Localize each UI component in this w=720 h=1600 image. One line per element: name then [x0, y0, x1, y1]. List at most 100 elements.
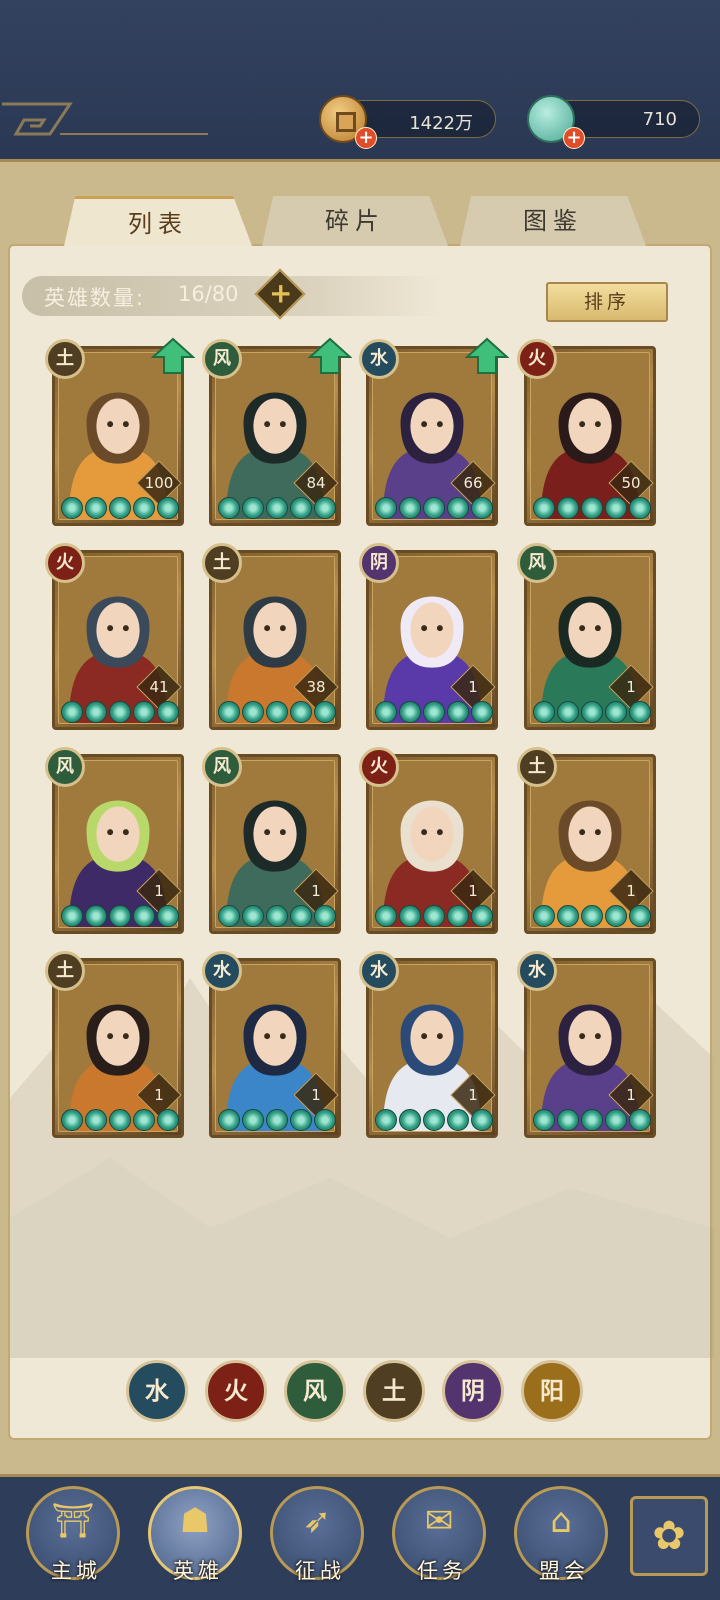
tab-list[interactable]: 列表 [64, 196, 252, 246]
flower-menu-icon: ✿ [652, 1513, 686, 1559]
hero-card[interactable]: 水1 [202, 951, 341, 1138]
hero-level: 66 [463, 474, 483, 492]
hero-stars [61, 1109, 179, 1131]
hero-card[interactable]: 风1 [202, 747, 341, 934]
nav-item[interactable]: ➶ 征战 [270, 1486, 364, 1583]
hero-level: 1 [154, 882, 164, 900]
hero-card[interactable]: 土1 [517, 747, 656, 934]
hero-stars [533, 701, 651, 723]
element-filter-button[interactable]: 水 [126, 1360, 188, 1422]
hero-card[interactable]: 风1 [45, 747, 184, 934]
hero-count-value: 16/80 [178, 282, 239, 306]
jade-star-icon [266, 497, 288, 519]
jade-star-icon [85, 1109, 107, 1131]
element-filter-button[interactable]: 火 [205, 1360, 267, 1422]
add-coin-button[interactable]: + [355, 127, 377, 149]
jade-star-icon [471, 905, 493, 927]
nav-item[interactable]: ⛩ 主城 [26, 1486, 120, 1583]
hero-level: 41 [149, 678, 169, 696]
hero-level: 100 [144, 474, 174, 492]
jade-star-icon [447, 905, 469, 927]
element-filter-button[interactable]: 土 [363, 1360, 425, 1422]
nav-item[interactable]: ⌂ 盟会 [514, 1486, 608, 1583]
nav-label: 任务 [417, 1559, 467, 1583]
hero-stars [375, 497, 493, 519]
nav-item[interactable]: ✉ 任务 [392, 1486, 486, 1583]
jade-star-icon [399, 1109, 421, 1131]
hero-stars [375, 701, 493, 723]
nav-label: 主城 [51, 1559, 101, 1583]
jade-star-icon [85, 905, 107, 927]
add-jade-button[interactable]: + [563, 127, 585, 149]
hero-card[interactable]: 风1 [517, 543, 656, 730]
hero-stars [61, 701, 179, 723]
jade-star-icon [423, 497, 445, 519]
sort-button[interactable]: 排序 [546, 282, 668, 322]
plus-icon: + [268, 276, 293, 310]
nav-item[interactable]: ☗ 英雄 [148, 1486, 242, 1583]
jade-star-icon [375, 701, 397, 723]
jade-resource[interactable]: + 710 [527, 95, 700, 149]
jade-star-icon [157, 497, 179, 519]
jade-star-icon [581, 701, 603, 723]
jade-star-icon [109, 905, 131, 927]
jade-star-icon [533, 1109, 555, 1131]
tab-fragments[interactable]: 碎片 [262, 196, 448, 246]
jade-star-icon [218, 905, 240, 927]
hero-level: 1 [468, 882, 478, 900]
hero-level: 1 [311, 1086, 321, 1104]
jade-star-icon [605, 1109, 627, 1131]
jade-star-icon [218, 701, 240, 723]
element-badge: 水 [359, 339, 399, 379]
hero-card[interactable]: 水1 [517, 951, 656, 1138]
jade-star-icon [423, 1109, 445, 1131]
jade-star-icon [533, 905, 555, 927]
hero-stars [533, 905, 651, 927]
element-badge: 土 [45, 339, 85, 379]
battle-boot-icon: ➶ [302, 1501, 332, 1541]
jade-star-icon [629, 905, 651, 927]
jade-star-icon [85, 497, 107, 519]
jade-star-icon [581, 905, 603, 927]
jade-value: 710 [642, 109, 677, 130]
jade-star-icon [471, 1109, 493, 1131]
jade-star-icon [605, 497, 627, 519]
jade-star-icon [218, 497, 240, 519]
nav-label: 盟会 [539, 1559, 589, 1583]
jade-star-icon [447, 497, 469, 519]
upgrade-arrow-icon [465, 337, 509, 374]
jade-star-icon [266, 905, 288, 927]
hero-card[interactable]: 阴1 [359, 543, 498, 730]
hero-card[interactable]: 风 84 [202, 337, 352, 526]
nav-label: 征战 [295, 1559, 345, 1583]
hero-card[interactable]: 土1 [45, 951, 184, 1138]
jade-star-icon [157, 905, 179, 927]
jade-star-icon [375, 1109, 397, 1131]
hero-card[interactable]: 火 50 [517, 339, 656, 526]
hero-card[interactable]: 水 66 [359, 337, 509, 526]
tab-codex[interactable]: 图鉴 [460, 196, 646, 246]
hero-stars [533, 1109, 651, 1131]
jade-star-icon [266, 701, 288, 723]
hero-card[interactable]: 水1 [359, 951, 498, 1138]
jade-star-icon [157, 1109, 179, 1131]
hero-card[interactable]: 土 38 [202, 543, 341, 730]
hero-card[interactable]: 火 41 [45, 543, 184, 730]
jade-star-icon [109, 701, 131, 723]
element-badge: 水 [359, 951, 399, 991]
jade-star-icon [290, 905, 312, 927]
jade-star-icon [133, 905, 155, 927]
coin-resource[interactable]: + 1422万 [319, 95, 496, 149]
hero-stars [218, 701, 336, 723]
element-badge: 阴 [359, 543, 399, 583]
hero-card[interactable]: 火1 [359, 747, 498, 934]
more-menu-button[interactable]: ✿ [630, 1496, 708, 1576]
hero-level: 38 [306, 678, 326, 696]
jade-star-icon [557, 1109, 579, 1131]
element-filter-button[interactable]: 风 [284, 1360, 346, 1422]
hero-card[interactable]: 土 100 [45, 337, 195, 526]
element-filter-button[interactable]: 阴 [442, 1360, 504, 1422]
element-filter-button[interactable]: 阳 [521, 1360, 583, 1422]
element-badge: 风 [45, 747, 85, 787]
jade-star-icon [423, 701, 445, 723]
